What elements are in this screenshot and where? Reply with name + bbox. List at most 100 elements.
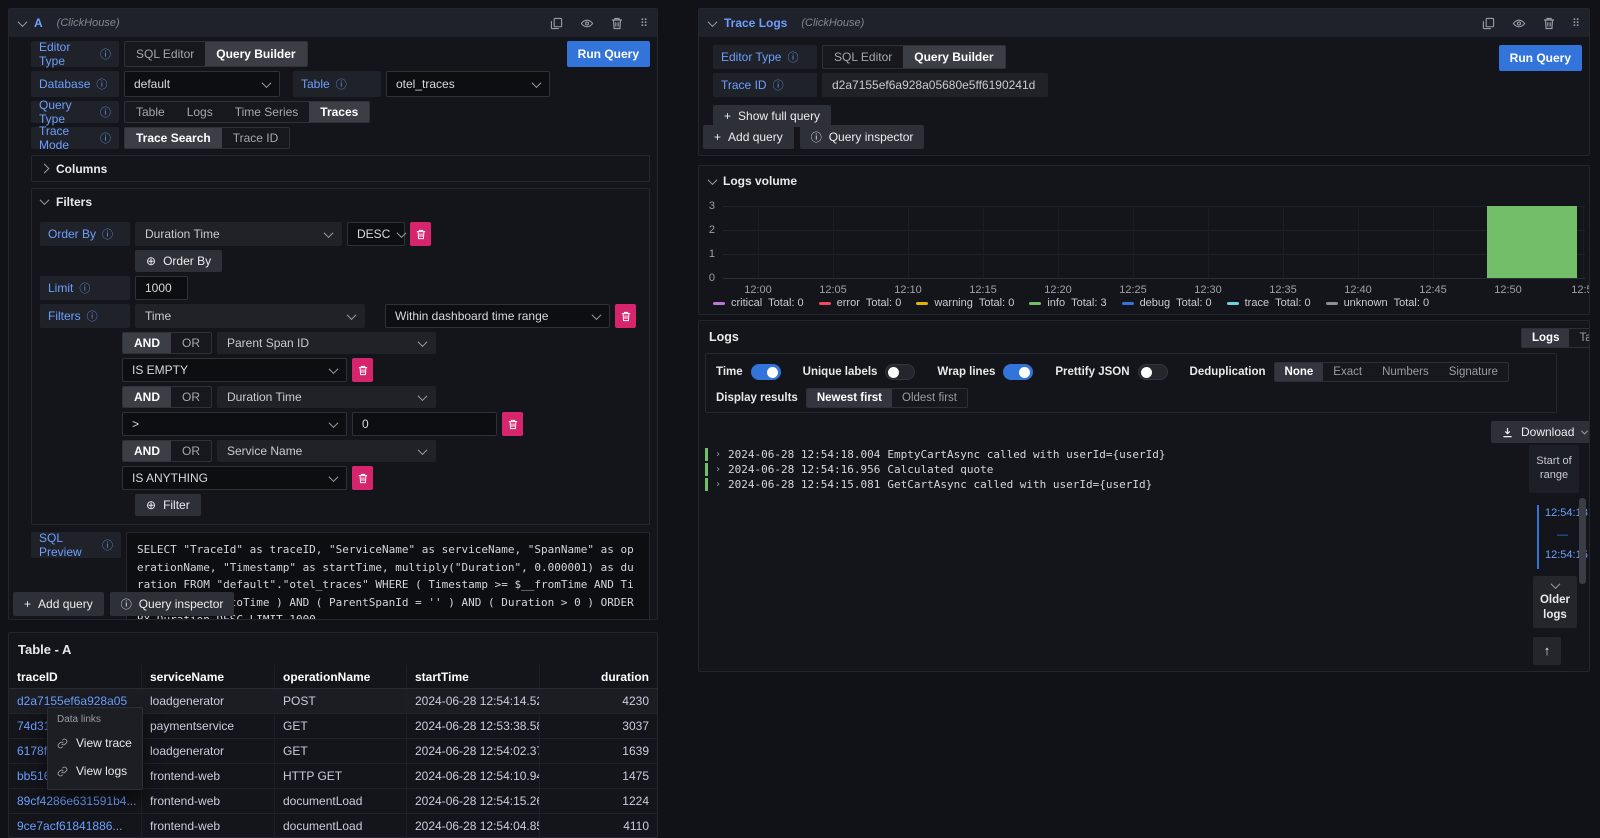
order-by-direction-select[interactable]: DESC	[347, 222, 405, 246]
filter-operator-select[interactable]: IS ANYTHING	[122, 466, 347, 490]
older-logs-button[interactable]: Older logs	[1533, 576, 1577, 628]
collapse-chevron-icon[interactable]	[18, 17, 28, 27]
info-icon[interactable]: ⓘ	[100, 130, 111, 146]
and-option[interactable]: AND	[123, 441, 171, 461]
order-by-field-select[interactable]: Duration Time	[135, 222, 342, 246]
filter-operator-select[interactable]: IS EMPTY	[122, 358, 347, 382]
sql-editor-option[interactable]: SQL Editor	[125, 42, 205, 66]
legend-item-debug[interactable]: debugTotal: 0	[1122, 297, 1212, 309]
legend-item-info[interactable]: infoTotal: 3	[1029, 297, 1106, 309]
log-row[interactable]: › 2024-06-28 12:54:16.956 Calculated quo…	[705, 462, 1166, 477]
panel-title[interactable]: A	[34, 16, 43, 30]
log-row[interactable]: › 2024-06-28 12:54:15.081 GetCartAsync c…	[705, 477, 1166, 492]
dedup-exact-option[interactable]: Exact	[1323, 363, 1372, 381]
info-logs-bar[interactable]	[1487, 206, 1577, 278]
info-icon[interactable]: ⓘ	[100, 46, 111, 62]
info-icon[interactable]: ⓘ	[102, 537, 113, 553]
query-type-logs[interactable]: Logs	[176, 102, 224, 122]
and-option[interactable]: AND	[123, 387, 171, 407]
newest-first-option[interactable]: Newest first	[807, 389, 892, 407]
add-query-button[interactable]: + Add query	[703, 125, 794, 149]
legend-item-warning[interactable]: warningTotal: 0	[916, 297, 1014, 309]
query-builder-option[interactable]: Query Builder	[205, 42, 306, 66]
legend-item-critical[interactable]: criticalTotal: 0	[713, 297, 804, 309]
logs-volume-title[interactable]: Logs volume	[723, 174, 797, 188]
prettify-json-toggle[interactable]	[1138, 364, 1168, 380]
logs-scrollbar[interactable]	[1579, 498, 1586, 584]
remove-filter-button[interactable]	[615, 304, 636, 328]
remove-filter-button[interactable]	[502, 412, 523, 436]
info-icon[interactable]: ⓘ	[773, 77, 784, 93]
legend-item-trace[interactable]: traceTotal: 0	[1227, 297, 1311, 309]
column-header-duration[interactable]: duration	[540, 665, 657, 688]
eye-icon[interactable]	[580, 17, 594, 30]
or-option[interactable]: OR	[171, 333, 211, 353]
expand-chevron-icon[interactable]: ›	[715, 479, 721, 490]
trace-search-option[interactable]: Trace Search	[125, 128, 222, 148]
show-full-query-button[interactable]: + Show full query	[713, 105, 831, 127]
drag-handle-icon[interactable]: ⠿	[640, 17, 647, 30]
scroll-to-top-button[interactable]: ↑	[1533, 637, 1561, 665]
query-builder-option[interactable]: Query Builder	[903, 46, 1004, 68]
dedup-signature-option[interactable]: Signature	[1439, 363, 1508, 381]
remove-filter-button[interactable]	[352, 358, 373, 382]
column-header-operationname[interactable]: operationName	[275, 665, 407, 688]
download-button[interactable]: Download	[1491, 421, 1590, 443]
view-logs-menu-item[interactable]: View logs	[48, 757, 142, 785]
columns-section[interactable]: Columns	[31, 155, 650, 182]
eye-icon[interactable]	[1512, 17, 1526, 30]
database-select[interactable]: default	[124, 71, 280, 97]
collapse-chevron-icon[interactable]	[708, 17, 718, 27]
info-icon[interactable]: ⓘ	[787, 49, 798, 65]
column-header-traceid[interactable]: traceID	[9, 665, 142, 688]
duplicate-icon[interactable]	[1482, 17, 1495, 30]
collapse-chevron-icon[interactable]	[708, 175, 718, 185]
oldest-first-option[interactable]: Oldest first	[892, 389, 967, 407]
trace-link[interactable]: 89cf4286e631591b4...	[17, 794, 136, 808]
trace-link[interactable]: d2a7155ef6a928a05	[17, 694, 127, 708]
add-filter-button[interactable]: ⊕ Filter	[135, 494, 201, 516]
query-inspector-button[interactable]: ⓘ Query inspector	[800, 125, 925, 149]
log-row[interactable]: › 2024-06-28 12:54:18.004 EmptyCartAsync…	[705, 447, 1166, 462]
expand-chevron-icon[interactable]: ›	[715, 449, 721, 460]
run-query-button[interactable]: Run Query	[567, 41, 650, 67]
view-trace-menu-item[interactable]: View trace	[48, 729, 142, 757]
and-option[interactable]: AND	[123, 333, 171, 353]
trace-id-option[interactable]: Trace ID	[222, 128, 290, 148]
limit-input[interactable]: 1000	[135, 276, 188, 300]
filters-section-header[interactable]: Filters	[40, 189, 641, 214]
dedup-none-option[interactable]: None	[1275, 363, 1324, 381]
time-toggle[interactable]	[751, 364, 781, 380]
query-inspector-button[interactable]: ⓘ Query inspector	[110, 592, 235, 616]
wrap-lines-toggle[interactable]	[1003, 364, 1033, 380]
dedup-numbers-option[interactable]: Numbers	[1372, 363, 1439, 381]
delete-panel-icon[interactable]	[1543, 17, 1555, 30]
remove-filter-button[interactable]	[352, 466, 373, 490]
trace-id-input[interactable]: d2a7155ef6a928a05680e5ff6190241d	[822, 73, 1048, 97]
table-view-option[interactable]: Table	[1569, 329, 1590, 347]
remove-order-by-button[interactable]	[410, 222, 431, 246]
filter-field-select[interactable]: Service Name	[217, 440, 436, 462]
filter-value-input[interactable]: 0	[352, 412, 497, 436]
filter-time-operator-select[interactable]: Within dashboard time range	[385, 304, 610, 328]
filter-field-select[interactable]: Duration Time	[217, 386, 436, 408]
duplicate-icon[interactable]	[550, 17, 563, 30]
drag-handle-icon[interactable]: ⠿	[1572, 17, 1579, 30]
info-icon[interactable]: ⓘ	[87, 308, 98, 324]
add-order-by-button[interactable]: ⊕ Order By	[135, 250, 222, 272]
filter-operator-select[interactable]: >	[122, 412, 347, 436]
query-type-table[interactable]: Table	[125, 102, 176, 122]
filter-field-time-select[interactable]: Time	[135, 304, 365, 328]
logs-view-option[interactable]: Logs	[1522, 329, 1569, 347]
unique-labels-toggle[interactable]	[885, 364, 915, 380]
add-query-button[interactable]: + Add query	[13, 592, 104, 616]
filter-field-select[interactable]: Parent Span ID	[217, 332, 436, 354]
legend-item-error[interactable]: errorTotal: 0	[819, 297, 902, 309]
delete-panel-icon[interactable]	[611, 17, 623, 30]
legend-item-unknown[interactable]: unknownTotal: 0	[1326, 297, 1430, 309]
panel-title[interactable]: Trace Logs	[724, 16, 787, 30]
sql-editor-option[interactable]: SQL Editor	[823, 46, 903, 68]
query-type-timeseries[interactable]: Time Series	[224, 102, 310, 122]
run-query-button[interactable]: Run Query	[1499, 45, 1582, 71]
log-range-timeline[interactable]	[1537, 505, 1539, 569]
